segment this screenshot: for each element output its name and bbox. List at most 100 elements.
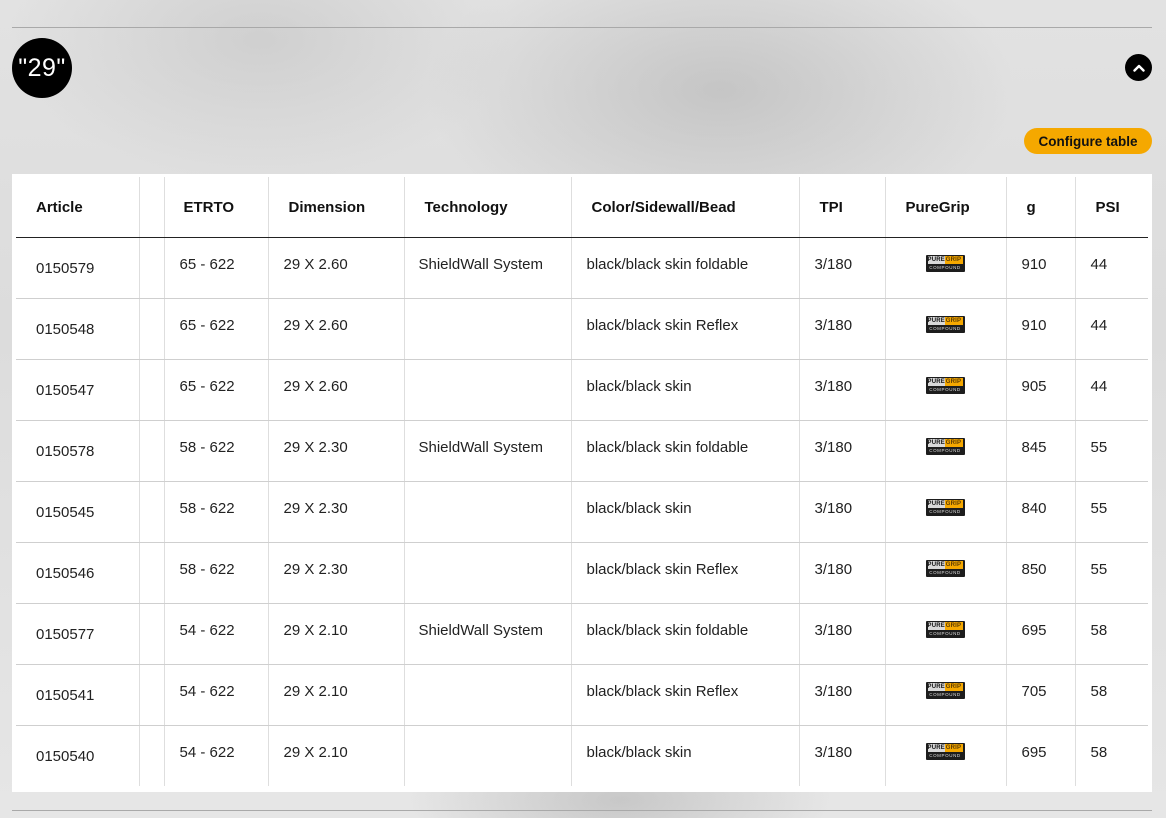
cell-technology [404, 359, 572, 421]
cell-technology [404, 298, 572, 360]
cell-weight: 905 [1006, 359, 1076, 421]
etrto-value: 58 - 622 [179, 500, 235, 517]
cell-puregrip: PURE GRIP COMPOUND [885, 481, 1007, 543]
header-dimension[interactable]: Dimension [268, 177, 405, 238]
tpi-value: 3/180 [814, 378, 853, 395]
cell-color: black/black skin [571, 481, 800, 543]
puregrip-compound-logo: PURE GRIP COMPOUND [925, 621, 965, 638]
cell-article: 0150546 [16, 542, 140, 604]
technology-value [405, 299, 571, 317]
weight-value: 850 [1021, 561, 1047, 578]
cell-dimension: 29 X 2.10 [268, 725, 405, 786]
cell-color: black/black skin Reflex [571, 298, 800, 360]
psi-value: 44 [1090, 256, 1108, 273]
header-etrto[interactable]: ETRTO [164, 177, 269, 238]
header-tpi[interactable]: TPI [799, 177, 886, 238]
table-body: 0150579 65 - 622 29 X 2.60 ShieldWall Syste… [16, 237, 1148, 786]
color-value: black/black skin foldable [586, 256, 749, 273]
etrto-value: 65 - 622 [179, 378, 235, 395]
cell-technology [404, 481, 572, 543]
article-number[interactable]: 0150547 [16, 360, 139, 399]
configure-table-label: Configure table [1038, 133, 1138, 149]
color-value: black/black skin Reflex [586, 683, 739, 700]
psi-value: 55 [1090, 500, 1108, 517]
technology-value: ShieldWall System [418, 256, 543, 273]
cell-spacer [139, 420, 165, 482]
tpi-value: 3/180 [814, 683, 853, 700]
article-number[interactable]: 0150546 [16, 543, 139, 582]
article-number[interactable]: 0150579 [16, 238, 139, 277]
header-technology[interactable]: Technology [404, 177, 572, 238]
cell-dimension: 29 X 2.30 [268, 481, 405, 543]
article-number[interactable]: 0150540 [16, 726, 139, 765]
etrto-value: 54 - 622 [179, 744, 235, 761]
cell-psi: 58 [1075, 664, 1148, 726]
cell-etrto: 58 - 622 [164, 542, 269, 604]
cell-article: 0150545 [16, 481, 140, 543]
weight-value: 695 [1021, 622, 1047, 639]
header-psi[interactable]: PSI [1075, 177, 1148, 238]
dimension-value: 29 X 2.10 [283, 744, 348, 761]
table-row: 0150545 58 - 622 29 X 2.30 black/black skin… [16, 481, 1148, 543]
puregrip-compound-logo: PURE GRIP COMPOUND [925, 682, 965, 699]
cell-tpi: 3/180 [799, 237, 886, 299]
cell-technology: ShieldWall System [404, 420, 572, 482]
article-number[interactable]: 0150578 [16, 421, 139, 460]
cell-color: black/black skin foldable [571, 237, 800, 299]
cell-psi: 44 [1075, 237, 1148, 299]
etrto-value: 58 - 622 [179, 561, 235, 578]
dimension-value: 29 X 2.60 [283, 317, 348, 334]
cell-spacer [139, 603, 165, 665]
psi-value: 44 [1090, 378, 1108, 395]
dimension-value: 29 X 2.60 [283, 256, 348, 273]
cell-weight: 845 [1006, 420, 1076, 482]
header-article[interactable]: Article [16, 177, 140, 238]
cell-spacer [139, 664, 165, 726]
header-puregrip[interactable]: PureGrip [885, 177, 1007, 238]
etrto-value: 54 - 622 [179, 683, 235, 700]
cell-weight: 850 [1006, 542, 1076, 604]
cell-tpi: 3/180 [799, 420, 886, 482]
cell-tpi: 3/180 [799, 298, 886, 360]
cell-spacer [139, 481, 165, 543]
article-number[interactable]: 0150541 [16, 665, 139, 704]
cell-color: black/black skin [571, 725, 800, 786]
psi-value: 55 [1090, 561, 1108, 578]
article-number[interactable]: 0150548 [16, 299, 139, 338]
tpi-value: 3/180 [814, 317, 853, 334]
cell-article: 0150540 [16, 725, 140, 786]
tpi-value: 3/180 [814, 561, 853, 578]
weight-value: 695 [1021, 744, 1047, 761]
article-number[interactable]: 0150577 [16, 604, 139, 643]
puregrip-compound-logo: PURE GRIP COMPOUND [925, 743, 965, 760]
header-color[interactable]: Color/Sidewall/Bead [571, 177, 800, 238]
cell-puregrip: PURE GRIP COMPOUND [885, 542, 1007, 604]
dimension-value: 29 X 2.10 [283, 622, 348, 639]
puregrip-compound-logo: PURE GRIP COMPOUND [925, 255, 965, 272]
psi-value: 44 [1090, 317, 1108, 334]
configure-table-button[interactable]: Configure table [1024, 128, 1152, 154]
table-row: 0150541 54 - 622 29 X 2.10 black/black skin… [16, 664, 1148, 726]
chevron-up-icon [1132, 64, 1145, 72]
cell-tpi: 3/180 [799, 359, 886, 421]
weight-value: 905 [1021, 378, 1047, 395]
cell-puregrip: PURE GRIP COMPOUND [885, 725, 1007, 786]
table-row: 0150578 58 - 622 29 X 2.30 ShieldWall Syste… [16, 420, 1148, 482]
article-number[interactable]: 0150545 [16, 482, 139, 521]
table-row: 0150577 54 - 622 29 X 2.10 ShieldWall Syste… [16, 603, 1148, 665]
cell-dimension: 29 X 2.60 [268, 359, 405, 421]
cell-tpi: 3/180 [799, 603, 886, 665]
cell-color: black/black skin Reflex [571, 664, 800, 726]
collapse-button[interactable] [1125, 54, 1152, 81]
cell-puregrip: PURE GRIP COMPOUND [885, 420, 1007, 482]
header-weight[interactable]: g [1006, 177, 1076, 238]
cell-dimension: 29 X 2.10 [268, 603, 405, 665]
cell-technology [404, 542, 572, 604]
tpi-value: 3/180 [814, 744, 853, 761]
cell-psi: 58 [1075, 603, 1148, 665]
puregrip-compound-logo: PURE GRIP COMPOUND [925, 499, 965, 516]
cell-color: black/black skin Reflex [571, 542, 800, 604]
cell-weight: 910 [1006, 298, 1076, 360]
psi-value: 58 [1090, 744, 1108, 761]
color-value: black/black skin foldable [586, 439, 749, 456]
